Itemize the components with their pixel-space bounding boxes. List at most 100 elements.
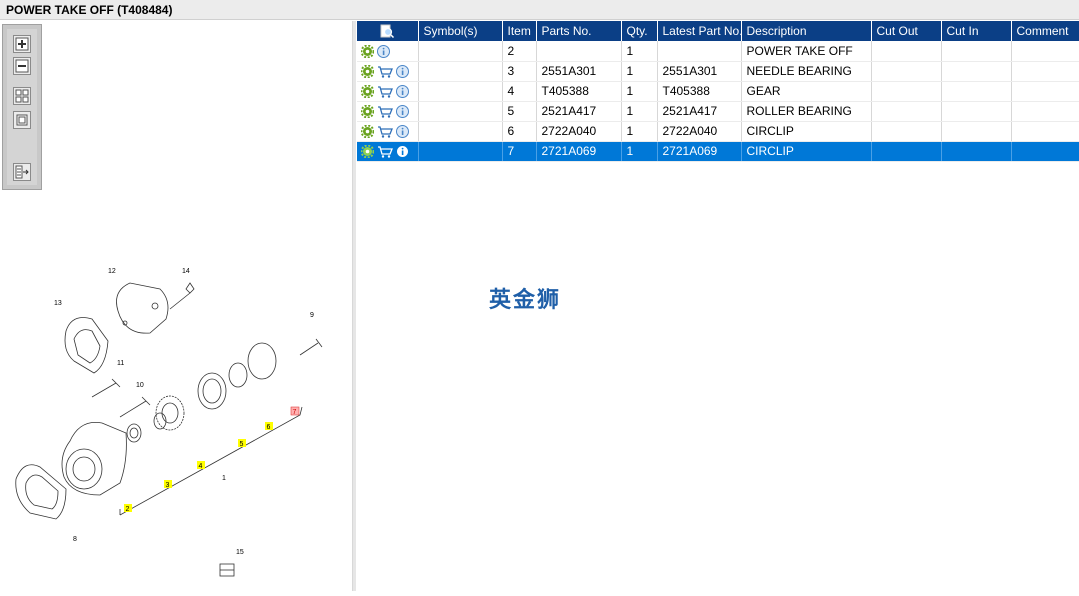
symbols-cell	[418, 101, 503, 122]
column-header-symbols[interactable]: Symbol(s)	[418, 21, 503, 41]
column-header-item[interactable]: Item	[502, 21, 537, 41]
callout-11: 11	[117, 360, 124, 367]
comment-cell	[1011, 41, 1079, 62]
item-cell: 3	[502, 61, 537, 82]
table-row[interactable]: 4 T405388 1 T405388 GEAR	[357, 81, 1079, 102]
gasket-8	[15, 464, 67, 520]
cut-out-cell	[871, 61, 942, 82]
description-cell: CIRCLIP	[741, 141, 872, 162]
symbols-cell	[418, 141, 503, 162]
latest-part-no-cell: 2551A301	[657, 61, 742, 82]
diagram-panel: 2 3 4 5 6 7 1 8 9 10 11 12 13 14 15	[0, 21, 352, 591]
cart-icon[interactable]	[377, 105, 393, 118]
latest-part-no-cell: 2521A417	[657, 101, 742, 122]
item-cell: 2	[502, 41, 537, 62]
cut-in-cell	[941, 81, 1012, 102]
gear-icon[interactable]	[361, 105, 374, 119]
cut-in-cell	[941, 101, 1012, 122]
circlip-7	[247, 342, 277, 380]
roller-bearing-5	[197, 372, 227, 410]
info-icon[interactable]	[396, 85, 409, 99]
cut-in-cell	[941, 41, 1012, 62]
column-header-search[interactable]	[357, 21, 419, 41]
bolt-14	[169, 282, 195, 310]
gear-icon[interactable]	[361, 125, 374, 139]
gear-icon[interactable]	[361, 145, 374, 159]
qty-cell: 1	[621, 121, 658, 142]
parts-no-cell	[536, 41, 622, 62]
comment-cell	[1011, 141, 1079, 162]
zoom-out-icon	[15, 59, 29, 73]
column-header-latest-part-no[interactable]: Latest Part No.	[657, 21, 742, 41]
item-cell: 6	[502, 121, 537, 142]
needle-bearing-3	[126, 423, 142, 443]
callout-3: 3	[166, 482, 170, 489]
comment-cell	[1011, 101, 1079, 122]
panel-splitter[interactable]	[352, 21, 356, 591]
qty-cell: 1	[621, 81, 658, 102]
export-button[interactable]	[13, 163, 31, 181]
cut-out-cell	[871, 41, 942, 62]
bolt-10	[119, 396, 151, 418]
description-cell: POWER TAKE OFF	[741, 41, 872, 62]
bolt-11	[91, 378, 121, 398]
parts-list-panel: Symbol(s) Item Parts No. Qty. Latest Par…	[357, 21, 1079, 591]
cart-icon[interactable]	[377, 145, 393, 158]
latest-part-no-cell: 2722A040	[657, 121, 742, 142]
table-row[interactable]: 7 2721A069 1 2721A069 CIRCLIP	[357, 141, 1079, 162]
description-cell: CIRCLIP	[741, 121, 872, 142]
info-icon[interactable]	[396, 145, 409, 159]
table-row[interactable]: 6 2722A040 1 2722A040 CIRCLIP	[357, 121, 1079, 142]
gear-icon[interactable]	[361, 85, 374, 99]
parts-no-cell: T405388	[536, 81, 622, 102]
table-header: Symbol(s) Item Parts No. Qty. Latest Par…	[357, 21, 1079, 41]
qty-cell: 1	[621, 141, 658, 162]
latest-part-no-cell: T405388	[657, 81, 742, 102]
cart-icon[interactable]	[377, 125, 393, 138]
callout-10: 10	[136, 382, 144, 389]
symbols-cell	[418, 41, 503, 62]
latest-part-no-cell: 2721A069	[657, 141, 742, 162]
callout-2: 2	[126, 506, 130, 513]
column-header-cut-out[interactable]: Cut Out	[871, 21, 942, 41]
info-icon[interactable]	[396, 125, 409, 139]
table-row[interactable]: 2 1 POWER TAKE OFF	[357, 41, 1079, 62]
column-header-cut-in[interactable]: Cut In	[941, 21, 1012, 41]
info-icon[interactable]	[377, 44, 390, 58]
callout-5: 5	[240, 441, 244, 448]
zoom-in-button[interactable]	[13, 35, 31, 53]
qty-cell: 1	[621, 101, 658, 122]
search-document-icon	[380, 24, 395, 39]
latest-part-no-cell	[657, 41, 742, 62]
table-row[interactable]: 5 2521A417 1 2521A417 ROLLER BEARING	[357, 101, 1079, 122]
cut-in-cell	[941, 141, 1012, 162]
callout-15: 15	[236, 549, 244, 556]
symbols-cell	[418, 121, 503, 142]
row-actions-cell	[357, 81, 419, 102]
fit-all-button[interactable]	[13, 87, 31, 105]
watermark: 英金狮	[489, 288, 562, 313]
cart-icon[interactable]	[377, 65, 393, 78]
title-bar: POWER TAKE OFF (T408484)	[0, 0, 1079, 20]
zoom-out-button[interactable]	[13, 57, 31, 75]
comment-cell	[1011, 81, 1079, 102]
gear-icon[interactable]	[361, 44, 374, 58]
callout-6: 6	[267, 424, 271, 431]
parts-no-cell: 2722A040	[536, 121, 622, 142]
item-cell: 7	[502, 141, 537, 162]
table-row[interactable]: 3 2551A301 1 2551A301 NEEDLE BEARING	[357, 61, 1079, 82]
column-header-description[interactable]: Description	[741, 21, 872, 41]
column-header-qty[interactable]: Qty.	[621, 21, 658, 41]
column-header-comment[interactable]: Comment	[1011, 21, 1079, 41]
info-icon[interactable]	[396, 65, 409, 79]
info-icon[interactable]	[396, 105, 409, 119]
cut-out-cell	[871, 101, 942, 122]
frame-icon	[16, 114, 28, 126]
actual-size-button[interactable]	[13, 111, 31, 129]
callout-9: 9	[310, 312, 314, 319]
symbols-cell	[418, 81, 503, 102]
gear-icon[interactable]	[361, 65, 374, 79]
cover-plate-12	[116, 282, 169, 334]
column-header-parts-no[interactable]: Parts No.	[536, 21, 622, 41]
cart-icon[interactable]	[377, 85, 393, 98]
